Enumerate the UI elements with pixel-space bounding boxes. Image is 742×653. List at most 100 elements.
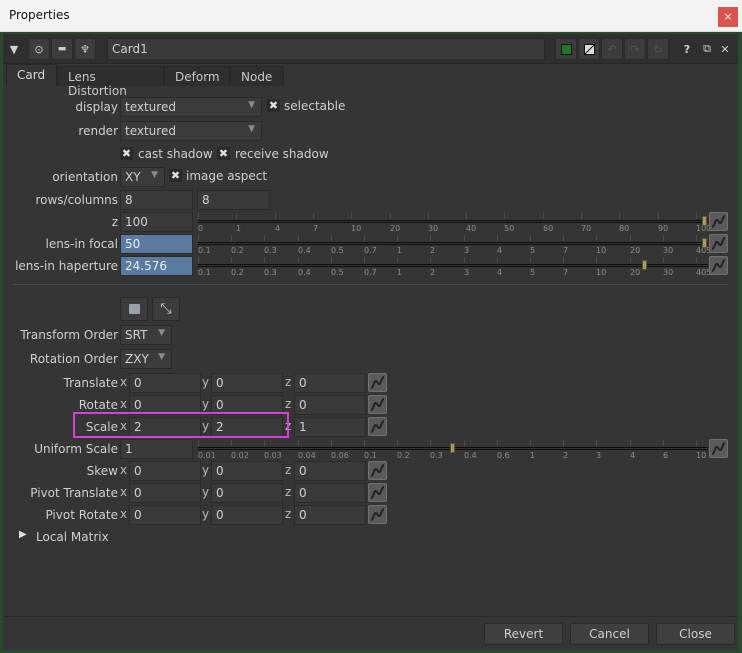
rows-input[interactable]: 8 (120, 190, 193, 210)
rotate-z-input[interactable]: 0 (294, 395, 366, 415)
window-close-button[interactable]: × (718, 7, 738, 27)
pivot-translate-z-input[interactable]: 0 (294, 483, 366, 503)
selectable-checkbox[interactable]: ✖ (267, 99, 280, 112)
scale-animation-button[interactable] (368, 417, 387, 436)
z-input[interactable]: 100 (120, 212, 193, 232)
triangle-right-icon: ▶ (19, 529, 27, 540)
render-dropdown[interactable]: textured ▼ (120, 121, 262, 141)
scale-y-input[interactable]: 2 (211, 417, 283, 437)
close-panel-button[interactable]: ✕ (717, 38, 733, 60)
slider-tick (428, 213, 429, 219)
z-animation-button[interactable] (709, 212, 728, 231)
rotate-animation-button[interactable] (368, 395, 387, 414)
node-header: ▼ ⊙ ▬ ♆ Card1 ↶ ↷ ↻ ? ⧉ ✕ (3, 34, 738, 64)
display-dropdown[interactable]: textured ▼ (120, 97, 262, 117)
uniform-scale-animation-button[interactable] (709, 439, 728, 458)
image-aspect-checkbox[interactable]: ✖ (169, 169, 182, 182)
rotation-order-dropdown[interactable]: ZXY ▼ (120, 349, 172, 369)
transform-order-dropdown[interactable]: SRT ▼ (120, 325, 172, 345)
close-button[interactable]: Close (656, 623, 735, 645)
slider-tick (658, 213, 659, 219)
slider-tick (198, 235, 199, 241)
z-slider[interactable]: 0 1 4 7 10 20 30 40 50 60 70 80 90 100 (198, 212, 711, 233)
pivot-translate-y-axis-label: y (202, 485, 210, 499)
lens-in-focal-slider[interactable]: 0.1 0.2 0.3 0.4 0.5 0.7 1 2 3 4 5 7 10 20 30 4050 (198, 234, 716, 255)
slider-tick-label: 0.3 (264, 268, 277, 277)
curve-icon (711, 259, 726, 272)
default-color-button[interactable] (578, 38, 600, 60)
render-value: textured (125, 124, 176, 138)
tab-node[interactable]: Node (230, 66, 284, 86)
revert-icon: ↻ (653, 42, 663, 56)
slider-tick-label: 0.4 (298, 268, 311, 277)
receive-shadow-checkbox[interactable]: ✖ (217, 147, 230, 160)
slider-knob[interactable] (702, 216, 707, 226)
tab-deform[interactable]: Deform (164, 66, 230, 86)
tab-card[interactable]: Card (6, 64, 57, 86)
slider-knob[interactable] (450, 443, 455, 453)
slider-tick-label: 50 (504, 224, 515, 233)
skew-animation-button[interactable] (368, 461, 387, 480)
orientation-dropdown[interactable]: XY ▼ (120, 167, 165, 187)
skew-z-input[interactable]: 0 (294, 461, 366, 481)
lens-in-haperture-input[interactable]: 24.576 (120, 256, 193, 276)
lens-in-haperture-slider[interactable]: 0.1 0.2 0.3 0.4 0.5 0.7 1 2 3 4 5 7 10 20 30 4050 (198, 256, 716, 277)
rotate-x-input[interactable]: 0 (129, 395, 201, 415)
cancel-button[interactable]: Cancel (570, 623, 649, 645)
pivot-rotate-animation-button[interactable] (368, 505, 387, 524)
lens-in-focal-animation-button[interactable] (709, 234, 728, 253)
translate-y-input[interactable]: 0 (211, 373, 283, 393)
tab-bar: Card Lens Distortion Deform Node (3, 64, 738, 98)
translate-z-input[interactable]: 0 (294, 373, 366, 393)
skew-x-input[interactable]: 0 (129, 461, 201, 481)
slider-tick (298, 440, 299, 446)
rotate-y-input[interactable]: 0 (211, 395, 283, 415)
redo-button[interactable]: ↷ (624, 38, 646, 60)
scale-x-input[interactable]: 2 (129, 417, 201, 437)
slider-tick-label: 0.06 (331, 451, 349, 460)
pivot-rotate-y-input[interactable]: 0 (211, 505, 283, 525)
local-matrix-row[interactable]: ▶ Local Matrix (3, 527, 738, 547)
slider-tick-label: 5 (530, 246, 536, 255)
collapse-button[interactable]: ▼ (6, 38, 22, 60)
scale-z-input[interactable]: 1 (294, 417, 366, 437)
revert-button-icon[interactable]: ↻ (647, 38, 669, 60)
pivot-rotate-x-input[interactable]: 0 (129, 505, 201, 525)
slider-tick-label: 0.1 (198, 268, 211, 277)
rows-columns-label: rows/columns (35, 193, 118, 207)
columns-input[interactable]: 8 (197, 190, 270, 210)
skew-y-input[interactable]: 0 (211, 461, 283, 481)
lens-in-focal-input[interactable]: 50 (120, 234, 193, 254)
pivot-translate-label: Pivot Translate (30, 486, 118, 500)
lens-in-haperture-animation-button[interactable] (709, 256, 728, 275)
uniform-scale-slider[interactable]: 0.01 0.02 0.03 0.04 0.06 0.1 0.2 0.3 0.4 0.6 1 2 3 4 6… (198, 439, 708, 460)
pivot-rotate-z-input[interactable]: 0 (294, 505, 366, 525)
slider-tick (663, 257, 664, 263)
tab-lens-distortion[interactable]: Lens Distortion (57, 66, 164, 98)
pivot-translate-animation-button[interactable] (368, 483, 387, 502)
wrench-button[interactable]: ♆ (74, 38, 96, 60)
slider-knob[interactable] (702, 238, 707, 248)
undo-button[interactable]: ↶ (601, 38, 623, 60)
transform-handle-button[interactable]: ⤡ (152, 297, 180, 321)
pivot-translate-x-input[interactable]: 0 (129, 483, 201, 503)
transform-order-value: SRT (125, 328, 148, 342)
float-button[interactable]: ⧉ (699, 38, 715, 60)
node-name-input[interactable]: Card1 (107, 38, 545, 60)
node-color-button[interactable] (555, 38, 577, 60)
viewer-button[interactable]: ⊙ (28, 38, 50, 60)
slider-tick-label: 0.1 (198, 246, 211, 255)
help-button[interactable]: ? (679, 38, 695, 60)
pivot-translate-y-input[interactable]: 0 (211, 483, 283, 503)
translate-x-input[interactable]: 0 (129, 373, 201, 393)
translate-animation-button[interactable] (368, 373, 387, 392)
revert-button[interactable]: Revert (484, 623, 563, 645)
slider-tick (581, 213, 582, 219)
transform-folder-button[interactable] (120, 297, 148, 321)
scale-row: Scale x 2 y 2 z 1 (3, 417, 738, 437)
cast-shadow-checkbox[interactable]: ✖ (120, 147, 133, 160)
uniform-scale-input[interactable]: 1 (120, 439, 193, 459)
slider-tick (390, 213, 391, 219)
node-settings-button[interactable]: ▬ (51, 38, 73, 60)
slider-knob[interactable] (642, 260, 647, 270)
